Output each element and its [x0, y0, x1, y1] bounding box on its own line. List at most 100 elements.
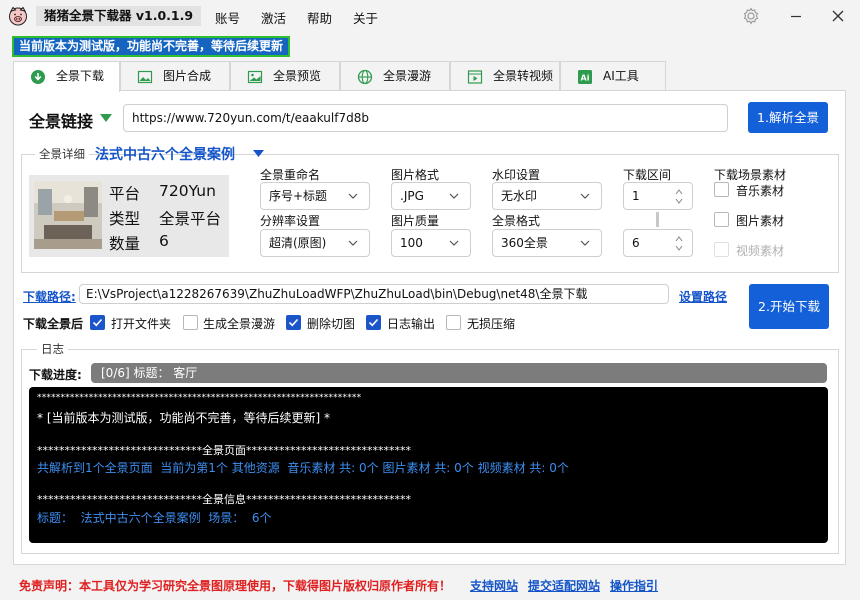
watermark-label: 水印设置 [492, 168, 541, 182]
tab-label: 全景漫游 [383, 69, 432, 83]
tab-image-compose[interactable]: 图片合成 [120, 61, 230, 91]
picture-icon [247, 70, 263, 84]
close-icon[interactable] [828, 6, 848, 26]
tab-label: 全景下载 [56, 69, 105, 83]
ai-icon: Ai [578, 70, 592, 84]
range-divider [656, 212, 659, 227]
range-start-stepper[interactable]: 1 [623, 182, 693, 210]
open-folder-checkbox[interactable] [90, 315, 105, 330]
app-title: 猪猪全景下载器 v1.0.1.9 [36, 6, 202, 26]
support-site-link[interactable]: 支持网站 [470, 577, 518, 594]
quality-label: 图片质量 [391, 214, 440, 228]
image-icon [137, 70, 153, 84]
tab-label: 全景预览 [273, 69, 322, 83]
image-material-checkbox[interactable] [714, 212, 729, 227]
chevron-up-icon[interactable] [675, 189, 683, 195]
chevron-down-icon [449, 240, 459, 246]
info-platform-key: 平台 [109, 185, 141, 203]
set-path-link[interactable]: 设置路径 [679, 288, 727, 305]
download-path-input[interactable]: E:\VsProject\a1228267639\ZhuZhuLoadWFP\Z… [79, 284, 669, 304]
checkmark-icon [92, 318, 103, 327]
info-type-value: 全景平台 [159, 210, 222, 228]
beta-notice-banner: 当前版本为测试版，功能尚不完善，等待后续更新 [12, 36, 291, 57]
checkmark-icon [288, 318, 299, 327]
parse-pano-button[interactable]: 1.解析全景 [748, 102, 828, 133]
menu-about[interactable]: 关于 [353, 8, 378, 27]
minimize-icon[interactable] [786, 6, 806, 26]
watermark-select[interactable]: 无水印 [492, 182, 602, 210]
info-type-key: 类型 [109, 210, 141, 228]
resolution-value: 超清(原图) [269, 236, 327, 250]
menu-account[interactable]: 账号 [215, 8, 240, 27]
log-console: ****************************************… [29, 387, 828, 543]
generate-tour-label: 生成全景漫游 [203, 317, 276, 331]
guide-link[interactable]: 操作指引 [610, 577, 658, 594]
download-path-label[interactable]: 下载路径: [23, 288, 76, 305]
scene-material-label: 下载场景素材 [714, 168, 787, 182]
log-line: ******************************全景信息******… [37, 493, 411, 506]
format-value: .JPG [400, 189, 424, 203]
image-material-label: 图片素材 [736, 214, 785, 228]
music-material-label: 音乐素材 [736, 184, 785, 198]
settings-gear-icon[interactable] [741, 6, 761, 26]
info-platform-value: 720Yun [159, 182, 216, 200]
tab-pano-download[interactable]: 全景下载 [13, 61, 120, 92]
log-output-checkbox[interactable] [366, 315, 381, 330]
chevron-down-icon [348, 193, 358, 199]
pano-url-input[interactable]: https://www.720yun.com/t/eaakulf7d8b [123, 104, 728, 132]
music-material-checkbox[interactable] [714, 182, 729, 197]
log-output-label: 日志输出 [387, 317, 436, 331]
caret-down-icon[interactable] [99, 113, 113, 123]
pano-format-select[interactable]: 360全景 [492, 229, 602, 257]
chevron-down-icon [449, 193, 459, 199]
menu-help[interactable]: 帮助 [307, 8, 332, 27]
chevron-down-icon[interactable] [675, 245, 683, 251]
pano-thumbnail [34, 181, 102, 249]
quality-select[interactable]: 100 [391, 229, 471, 257]
chevron-up-icon[interactable] [675, 236, 683, 242]
log-line: 共解析到1个全景页面 当前为第1个 其他资源 音乐素材 共: 0个 图片素材 共… [37, 461, 569, 475]
menu-activate[interactable]: 激活 [261, 8, 286, 27]
rename-select[interactable]: 序号+标题 [260, 182, 370, 210]
range-label: 下载区间 [623, 168, 672, 182]
open-folder-label: 打开文件夹 [111, 317, 172, 331]
chevron-down-icon [580, 193, 590, 199]
delete-tiles-label: 删除切图 [307, 317, 356, 331]
resolution-select[interactable]: 超清(原图) [260, 229, 370, 257]
start-download-button[interactable]: 2.开始下载 [749, 284, 829, 329]
tab-ai-tools[interactable]: Ai AI工具 [560, 61, 666, 91]
download-circle-icon [31, 70, 45, 84]
range-end-value: 6 [632, 236, 640, 250]
log-line: * [当前版本为测试版，功能尚不完善，等待后续更新] * [37, 411, 330, 425]
lossless-compress-checkbox[interactable] [446, 315, 461, 330]
video-material-label: 视频素材 [736, 244, 785, 258]
watermark-value: 无水印 [501, 189, 538, 203]
tab-pano-to-video[interactable]: 全景转视频 [450, 61, 560, 91]
chevron-down-icon[interactable] [675, 198, 683, 204]
pano-link-label: 全景链接 [29, 112, 94, 131]
resolution-label: 分辨率设置 [260, 214, 321, 228]
log-line: ******************************全景页面******… [37, 444, 411, 457]
case-title-selector[interactable]: 法式中古六个全景案例 [95, 144, 235, 164]
generate-tour-checkbox[interactable] [183, 315, 198, 330]
pig-logo-icon [9, 6, 27, 26]
delete-tiles-checkbox[interactable] [286, 315, 301, 330]
tab-label: AI工具 [603, 69, 639, 83]
rename-value: 序号+标题 [269, 189, 328, 203]
pano-format-label: 全景格式 [492, 214, 541, 228]
tab-pano-tour[interactable]: 全景漫游 [340, 61, 450, 91]
info-count-value: 6 [159, 232, 169, 250]
log-line: 标题： 法式中古六个全景案例 场景： 6个 [37, 511, 272, 525]
video-icon [467, 70, 483, 84]
range-end-stepper[interactable]: 6 [623, 229, 693, 257]
submit-site-link[interactable]: 提交适配网站 [528, 577, 600, 594]
progress-label: 下载进度: [29, 368, 82, 382]
rename-label: 全景重命名 [260, 168, 321, 182]
download-progress-bar: [0/6] 标题： 客厅 [91, 363, 827, 383]
tab-pano-preview[interactable]: 全景预览 [230, 61, 340, 91]
pano-details-group-title: 全景详细 [35, 146, 89, 162]
tab-label: 全景转视频 [493, 69, 554, 83]
case-dropdown-caret-icon[interactable] [252, 149, 265, 158]
format-select[interactable]: .JPG [391, 182, 471, 210]
chevron-down-icon [348, 240, 358, 246]
